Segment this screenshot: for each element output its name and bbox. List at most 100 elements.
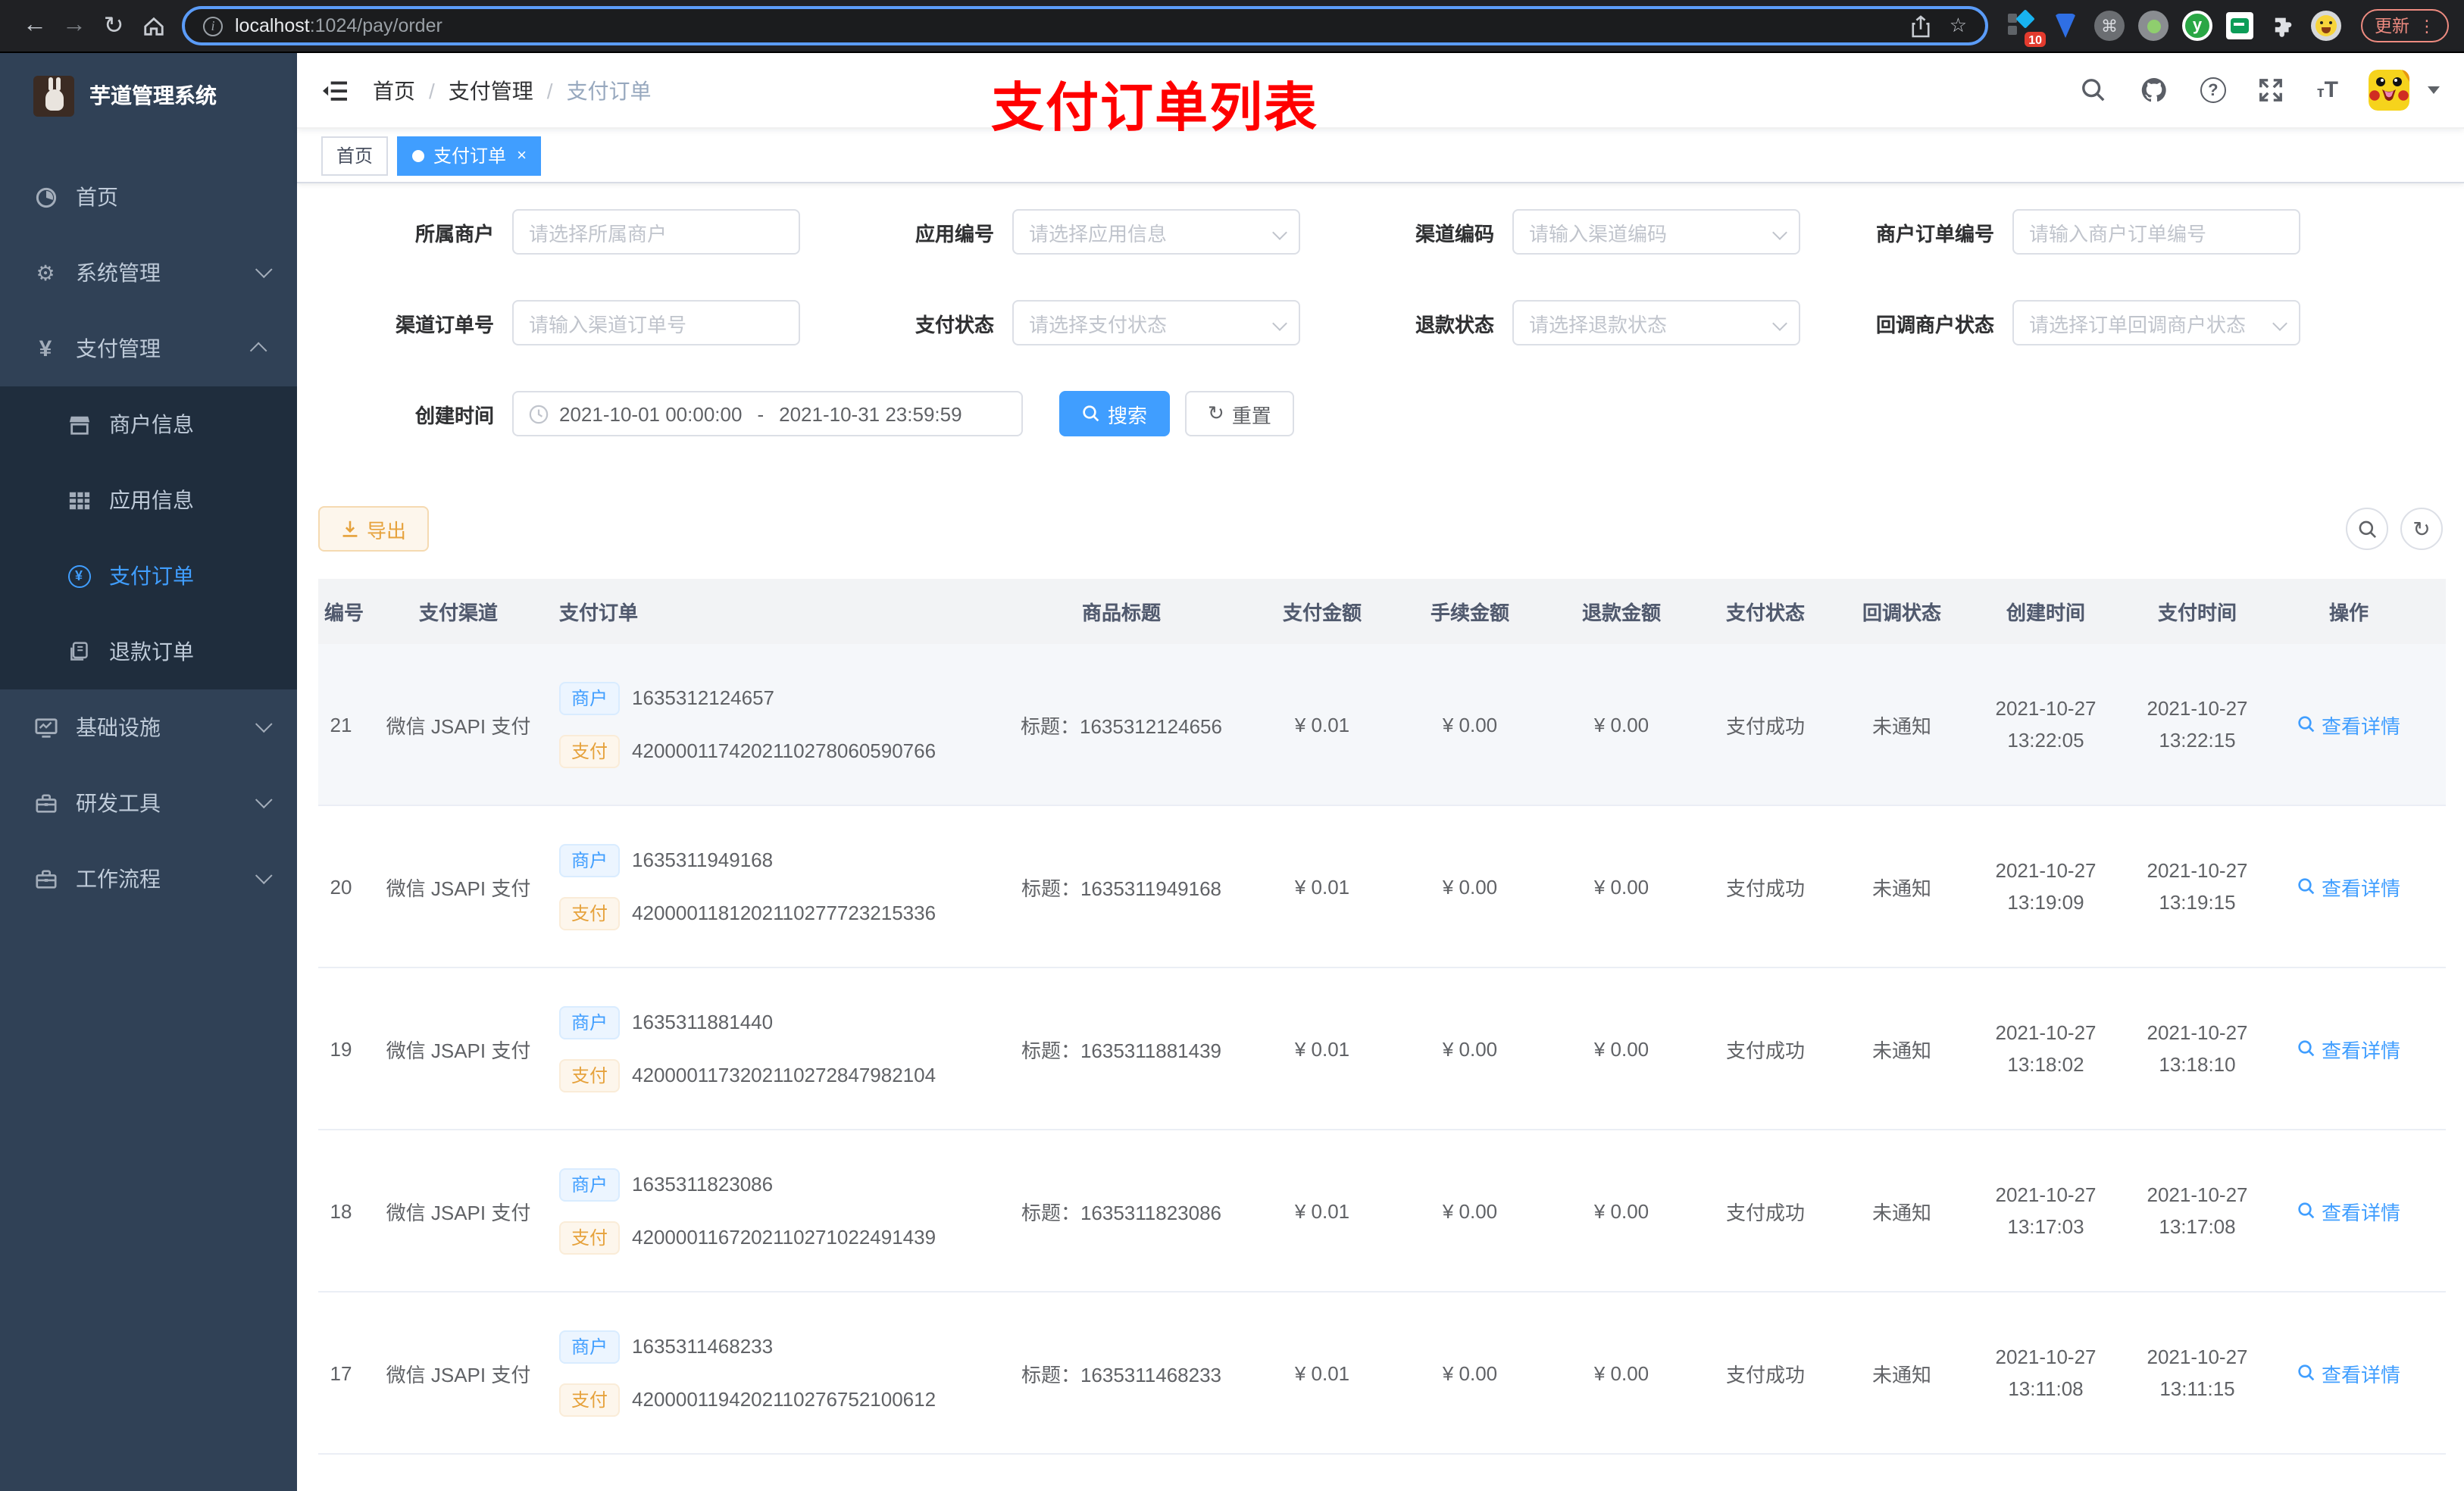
filter-row-3: 创建时间 2021-10-01 00:00:00 - 2021-10-31 23… — [318, 391, 2443, 436]
browser-update-button[interactable]: 更新 ⋮ — [2361, 9, 2449, 42]
sidebar-item-2[interactable]: ¥ 支付管理 — [0, 311, 297, 386]
sidebar-item-4[interactable]: 应用信息 — [0, 462, 297, 538]
sidebar-item-label: 商户信息 — [109, 412, 194, 436]
placeholder-text: 请输入渠道编码 — [1529, 222, 1668, 245]
breadcrumb-pay-management[interactable]: 支付管理 — [449, 75, 533, 105]
puzzle-extensions-icon[interactable] — [2267, 11, 2297, 41]
sidebar-item-1[interactable]: ⚙ 系统管理 — [0, 235, 297, 311]
header-search-icon[interactable] — [2079, 75, 2109, 105]
refresh-button[interactable]: ↻ — [2400, 508, 2443, 550]
notify-status: 未通知 — [1871, 877, 1931, 899]
github-icon[interactable] — [2140, 75, 2170, 105]
y-extension-icon[interactable]: y — [2182, 11, 2212, 41]
filter-select[interactable]: 请选择订单回调商户状态 — [2012, 300, 2300, 345]
actions-cell: 查看详情 — [2273, 1034, 2425, 1063]
filter-input[interactable]: 请输入渠道订单号 — [512, 300, 800, 345]
filter-select[interactable]: 请输入渠道编码 — [1512, 209, 1800, 255]
pay-order-cell: 商户1635311351796 — [553, 1455, 993, 1491]
column-header-7: 支付状态 — [1725, 602, 1805, 624]
font-size-icon[interactable]: тT — [2317, 77, 2338, 103]
help-icon[interactable]: ? — [2200, 77, 2226, 103]
filter-select[interactable]: 请选择支付状态 — [1012, 300, 1300, 345]
filter-select[interactable]: 请选择退款状态 — [1512, 300, 1800, 345]
address-bar[interactable]: i localhost:1024/pay/order ☆ — [182, 6, 1988, 45]
pay-channel: 微信 JSAPI 支付 — [386, 714, 531, 737]
search-button[interactable]: 搜索 — [1059, 391, 1171, 436]
user-avatar[interactable] — [2369, 70, 2409, 111]
sidebar-item-label: 应用信息 — [109, 488, 194, 512]
sidebar-item-7[interactable]: 基础设施 — [0, 689, 297, 765]
toggle-search-button[interactable] — [2346, 508, 2388, 550]
product-title: 标题：1635312124656 — [1021, 714, 1222, 737]
breadcrumb-home[interactable]: 首页 — [373, 75, 415, 105]
sidebar-item-6[interactable]: 退款订单 — [0, 614, 297, 689]
table-row-1: 20 微信 JSAPI 支付 商户 1635311949168 支付 4200001181… — [318, 806, 2446, 968]
sidebar-fold-icon[interactable] — [321, 78, 349, 102]
column-header-1: 支付渠道 — [418, 602, 498, 624]
view-detail-link[interactable]: 查看详情 — [2297, 1196, 2400, 1225]
chevron-up-icon — [249, 342, 267, 360]
fullscreen-icon[interactable] — [2256, 75, 2287, 105]
sidebar-logo[interactable]: 芋道管理系统 — [0, 53, 297, 138]
browser-reload-icon[interactable]: ↻ — [94, 6, 133, 45]
recorder-extension-icon[interactable] — [2138, 11, 2169, 41]
close-tab-icon[interactable]: × — [517, 146, 527, 164]
view-detail-link[interactable]: 查看详情 — [2297, 872, 2400, 901]
create-time: 2021-10-27 13:19:09 — [1995, 859, 2097, 914]
site-info-icon[interactable]: i — [203, 16, 223, 36]
pay-order-cell: 商户 1635311823086 支付 42000011672021102710224… — [553, 1167, 993, 1254]
pay-status: 支付成功 — [1725, 714, 1805, 737]
create-time-range-picker[interactable]: 2021-10-01 00:00:00 - 2021-10-31 23:59:5… — [512, 391, 1023, 436]
filter-select[interactable]: 请选择应用信息 — [1012, 209, 1300, 255]
command-extension-icon[interactable]: ⌘ — [2094, 11, 2125, 41]
filter-field-0: 所属商户 请选择所属商户 — [318, 209, 818, 255]
pay-submenu: 商户信息应用信息 ¥ 支付订单 退款订单 — [0, 386, 297, 689]
filter-label: 商户订单编号 — [1875, 222, 1994, 245]
avatar-caret-icon[interactable] — [2428, 86, 2440, 94]
share-icon[interactable] — [1912, 14, 1931, 37]
sidebar-item-8[interactable]: 研发工具 — [0, 765, 297, 841]
tasks-extension-icon[interactable]: 10 — [2006, 9, 2046, 47]
pay-channel: 微信 JSAPI 支付 — [386, 1201, 531, 1224]
view-detail-link[interactable]: 查看详情 — [2297, 1034, 2400, 1063]
reset-button[interactable]: ↻ 重置 — [1185, 391, 1294, 436]
chat-extension-icon[interactable] — [2226, 12, 2253, 39]
filter-input[interactable]: 请选择所属商户 — [512, 209, 800, 255]
date-start-value[interactable]: 2021-10-01 00:00:00 — [559, 402, 742, 425]
row-id: 20 — [330, 875, 352, 898]
chevron-down-icon — [1272, 225, 1287, 240]
browser-back-icon[interactable]: ← — [15, 6, 55, 45]
tag-tab-0[interactable]: 首页 — [321, 136, 389, 175]
extension-badge: 10 — [2025, 32, 2046, 47]
browser-forward-icon[interactable]: → — [55, 6, 94, 45]
chevron-down-icon — [1772, 316, 1787, 331]
date-end-value[interactable]: 2021-10-31 23:59:59 — [779, 402, 962, 425]
navbar-icons: ? тT — [2079, 70, 2440, 111]
sidebar-item-9[interactable]: 工作流程 — [0, 841, 297, 917]
tag-tab-label: 首页 — [336, 145, 374, 167]
create-time: 2021-10-27 13:11:08 — [1995, 1346, 2097, 1400]
pay-tag: 支付 — [559, 1058, 621, 1092]
filter-input[interactable]: 请输入商户订单编号 — [2012, 209, 2300, 255]
export-button[interactable]: 导出 — [318, 506, 430, 552]
column-header-8: 回调状态 — [1862, 602, 1941, 624]
chevron-down-icon — [1772, 225, 1787, 240]
bookmark-star-icon[interactable]: ☆ — [1950, 14, 1967, 38]
browser-home-icon[interactable] — [133, 6, 173, 45]
balloon-extension-icon[interactable] — [2050, 11, 2081, 41]
sidebar-item-5[interactable]: ¥ 支付订单 — [0, 538, 297, 614]
tag-tab-1[interactable]: 支付订单 × — [397, 136, 542, 175]
merchant-tag: 商户 — [559, 1167, 621, 1201]
browser-menu-icon[interactable]: ⋮ — [2419, 16, 2435, 36]
sidebar-item-3[interactable]: 商户信息 — [0, 386, 297, 462]
view-detail-link[interactable]: 查看详情 — [2297, 1358, 2400, 1387]
filter-label: 退款状态 — [1415, 313, 1494, 336]
refund-amount: ¥ 0.00 — [1593, 1199, 1649, 1222]
view-detail-link[interactable]: 查看详情 — [2297, 710, 2400, 739]
placeholder-text: 请输入商户订单编号 — [2029, 222, 2207, 245]
sidebar-item-0[interactable]: 首页 — [0, 159, 297, 235]
fee-amount: ¥ 0.00 — [1442, 1361, 1498, 1384]
column-header-0: 编号 — [324, 602, 364, 624]
placeholder-text: 请选择应用信息 — [1029, 222, 1168, 245]
emoji-extension-icon[interactable] — [2311, 11, 2341, 41]
